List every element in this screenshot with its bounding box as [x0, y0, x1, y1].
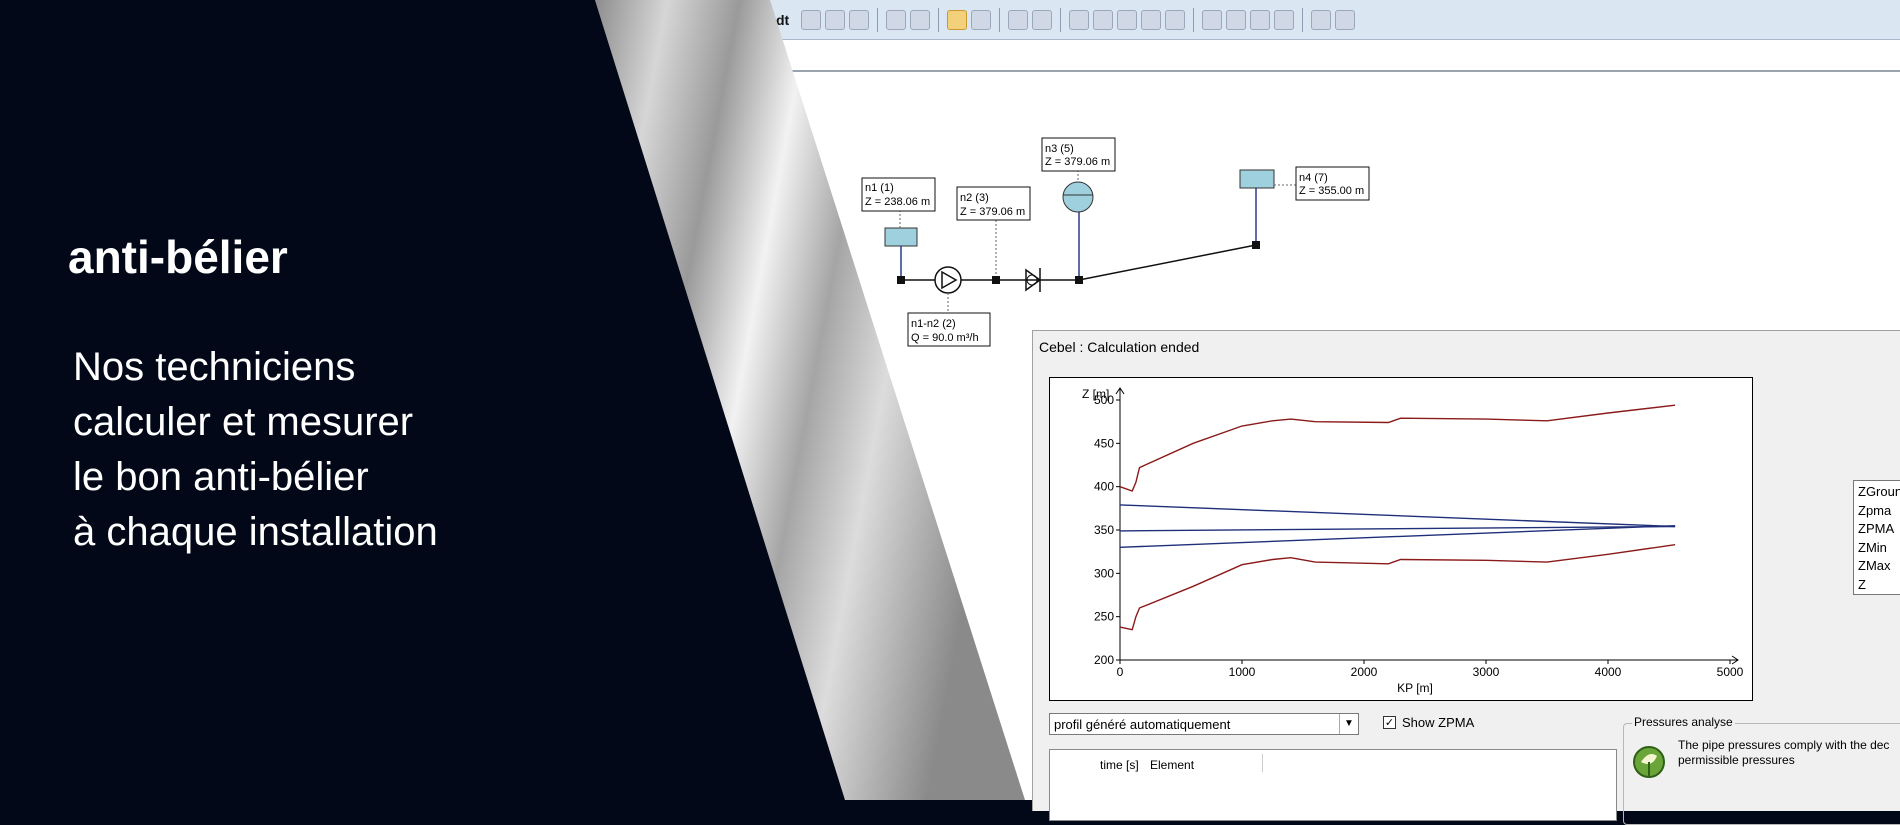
pressures-message: The pipe pressures comply with the dec p… — [1678, 738, 1900, 768]
legend-item: ZMax — [1858, 558, 1891, 573]
hero-line: Nos techniciens — [73, 345, 356, 389]
pipe-label: n1-n2 (2) — [911, 318, 956, 330]
column-divider — [1262, 754, 1263, 772]
node-n4-z: Z = 355.00 m — [1299, 185, 1364, 197]
profile-select-value: profil généré automatiquement — [1054, 717, 1231, 732]
tank-n4-icon[interactable] — [1239, 169, 1275, 189]
node-n4-label: n4 (7) — [1299, 172, 1328, 184]
y-tick-label: 300 — [1094, 566, 1114, 580]
legend-item: Zpma — [1858, 502, 1892, 518]
show-zpma-checkbox[interactable]: ✓ — [1383, 716, 1396, 729]
y-tick-label: 400 — [1094, 480, 1114, 494]
node-n4[interactable] — [1252, 241, 1260, 249]
node-n3-z: Z = 379.06 m — [1045, 156, 1110, 168]
hero-line: à chaque installation — [73, 510, 438, 554]
node-n2[interactable] — [992, 276, 1000, 284]
x-tick-label: 4000 — [1595, 665, 1622, 679]
x-tick-label: 1000 — [1229, 665, 1256, 679]
profile-chart-frame: 200 250 300 350 400 450 500 0 1000 2000 3000 4000 50… — [1049, 377, 1753, 701]
node-n3-label: n3 (5) — [1045, 143, 1074, 155]
chevron-down-icon[interactable]: ▼ — [1339, 714, 1358, 734]
pressures-message-line-1: The pipe pressures comply with the dec — [1678, 738, 1890, 752]
x-tick-label: 0 — [1117, 665, 1124, 679]
results-table: time [s] Element — [1049, 749, 1617, 821]
pressures-title: Pressures analyse — [1632, 715, 1735, 729]
legend-item: Z — [1858, 576, 1866, 592]
calculation-dialog: Cebel : Calculation ended 200 250 300 350 40… — [1032, 330, 1900, 825]
y-tick-label: 450 — [1094, 436, 1114, 450]
y-tick-label: 200 — [1094, 653, 1114, 667]
tank-n1-icon[interactable] — [884, 227, 918, 247]
leaf-check-icon — [1633, 746, 1665, 778]
hero-copy: Nos techniciens calculer et mesurer le b… — [73, 340, 438, 560]
x-tick-label: 5000 — [1717, 665, 1744, 679]
pressures-analyse-group: Pressures analyse The pipe pressures com… — [1623, 715, 1900, 825]
node-n1[interactable] — [897, 276, 905, 284]
y-axis-label: Z [m] — [1082, 387, 1109, 401]
node-n3[interactable] — [1075, 276, 1083, 284]
y-tick-label: 350 — [1094, 523, 1114, 537]
hero-line: le bon anti-bélier — [73, 455, 369, 499]
pressures-message-line-2: permissible pressures — [1678, 753, 1795, 767]
profile-select[interactable]: profil généré automatiquement ▼ — [1049, 713, 1359, 735]
legend-item: ZMin — [1858, 539, 1887, 555]
node-n1-z: Z = 238.06 m — [865, 196, 930, 208]
show-zpma-label: Show ZPMA — [1402, 715, 1475, 730]
pipe-rise[interactable] — [1078, 244, 1257, 281]
legend-item: ZPMA — [1858, 521, 1895, 536]
node-n2-z: Z = 379.06 m — [960, 206, 1025, 218]
pipe-flow: Q = 90.0 m³/h — [911, 332, 979, 344]
profile-chart: 2002503003504004505000 1000 2000 3000 4000 50… — [1082, 387, 1744, 695]
results-header-element[interactable]: Element — [1150, 758, 1194, 772]
node-n1-label: n1 (1) — [865, 182, 894, 194]
dialog-title: Cebel : Calculation ended — [1039, 339, 1200, 355]
hero-title: anti-bélier — [68, 231, 288, 283]
air-vessel-icon[interactable] — [1062, 181, 1094, 213]
y-tick-label: 250 — [1094, 610, 1114, 624]
x-tick-label: 3000 — [1473, 665, 1500, 679]
x-tick-label: 2000 — [1351, 665, 1378, 679]
chart-legend: ZGroun Zpma ZPMA ZMin ZMax Z — [1853, 480, 1900, 595]
series-line-0 — [1119, 404, 1676, 492]
legend-item: ZGroun — [1858, 484, 1900, 499]
series-line-1 — [1119, 544, 1676, 631]
show-zpma-option[interactable]: ✓ Show ZPMA — [1383, 715, 1474, 730]
x-axis-label: KP [m] — [1397, 681, 1433, 695]
series-line-2 — [1119, 504, 1676, 528]
results-header-time[interactable]: time [s] — [1100, 758, 1139, 772]
node-n2-label: n2 (3) — [960, 192, 989, 204]
hero-line: calculer et mesurer — [73, 400, 414, 444]
